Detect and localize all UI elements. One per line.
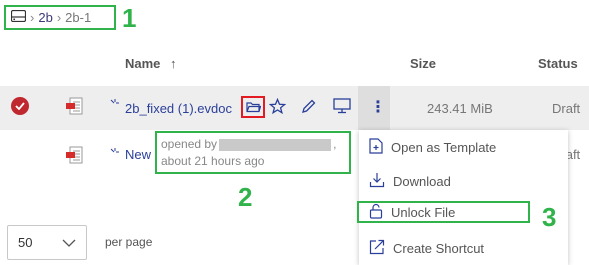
shortcut-icon <box>369 239 385 258</box>
selected-check-icon[interactable] <box>11 97 29 115</box>
monitor-icon[interactable] <box>333 98 351 119</box>
name-column-header[interactable]: Name ↑ <box>125 56 177 71</box>
page-size-value: 50 <box>18 235 33 250</box>
callout-number-2: 2 <box>238 182 253 212</box>
breadcrumb: › 2b › 2b-1 <box>4 5 116 30</box>
redacted-user-name <box>219 138 332 151</box>
chevron-down-icon <box>62 235 76 250</box>
page-size-select[interactable]: 50 <box>7 225 87 260</box>
new-version-indicator-icon <box>110 143 120 161</box>
tooltip-prefix: opened by <box>161 137 218 151</box>
status-column-header[interactable]: Status <box>538 56 578 71</box>
sort-ascending-icon[interactable]: ↑ <box>170 56 177 71</box>
file-name-link[interactable]: 2b_fixed (1).evdoc <box>125 101 232 116</box>
download-icon <box>369 172 385 191</box>
folder-open-icon[interactable] <box>241 96 265 118</box>
unlock-icon <box>369 203 383 222</box>
opened-by-tooltip: opened by, about 21 hours ago <box>155 131 351 174</box>
menu-item-open-as-template[interactable]: Open as Template <box>369 136 496 158</box>
more-options-icon[interactable]: ⋮ <box>370 97 386 117</box>
file-actions-menu: Open as Template Download Unlock File Cr… <box>357 130 568 265</box>
chevron-right-icon: › <box>56 10 62 25</box>
new-version-indicator-icon <box>110 94 120 112</box>
tooltip-suffix: , <box>333 137 337 151</box>
table-row[interactable] <box>0 86 589 130</box>
size-column-header[interactable]: Size <box>410 56 436 71</box>
breadcrumb-item-2b-1[interactable]: 2b-1 <box>65 10 91 25</box>
file-size: 243.41 MiB <box>427 101 493 116</box>
file-name-link[interactable]: New <box>125 147 151 162</box>
menu-item-create-shortcut[interactable]: Create Shortcut <box>369 237 484 259</box>
pencil-edit-icon[interactable] <box>301 98 317 119</box>
status-badge: Draft <box>552 101 581 116</box>
breadcrumb-item-2b[interactable]: 2b <box>38 10 52 25</box>
callout-number-3: 3 <box>542 202 557 232</box>
pdf-file-icon <box>65 97 83 120</box>
per-page-label: per page <box>105 235 153 249</box>
template-icon <box>369 137 383 157</box>
menu-item-download[interactable]: Download <box>369 170 451 192</box>
drive-icon[interactable] <box>10 9 27 25</box>
callout-number-1: 1 <box>122 3 137 33</box>
pdf-file-icon <box>65 146 83 169</box>
star-icon[interactable] <box>268 97 287 120</box>
tooltip-time: about 21 hours ago <box>161 154 265 168</box>
chevron-right-icon: › <box>30 10 35 25</box>
menu-item-unlock-file[interactable]: Unlock File <box>357 201 530 223</box>
